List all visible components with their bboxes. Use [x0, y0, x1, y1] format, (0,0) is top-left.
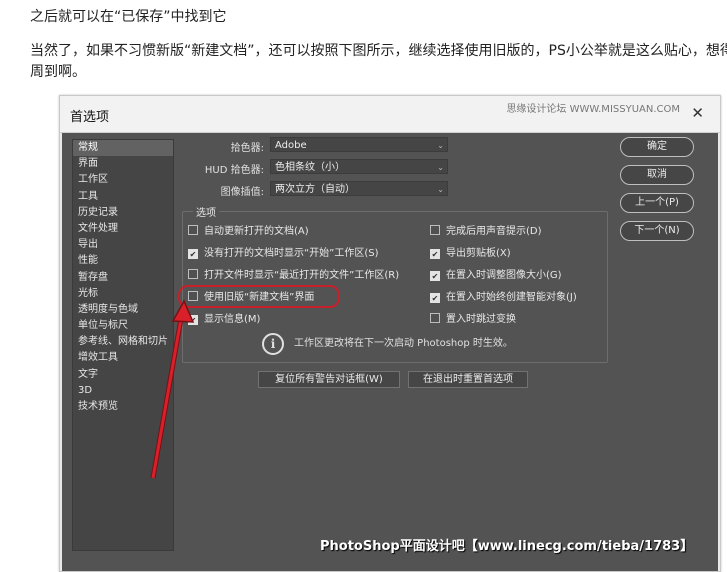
- article-line-2: 当然了，如果不习惯新版“新建文档”，还可以按照下图所示，继续选择使用旧版的，PS…: [30, 43, 727, 59]
- site-watermark: PhotoShop平面设计吧【www.linecg.com/tieba/1783…: [320, 539, 694, 554]
- dialog-title: 首选项: [70, 110, 110, 125]
- forum-watermark: 思缘设计论坛 WWW.MISSYUAN.COM: [506, 104, 680, 115]
- article-line-1: 之后就可以在“已保存”中找到它: [30, 9, 227, 25]
- red-arrow-annotation: [150, 299, 195, 479]
- dialog-body: 常规 界面 工作区 工具 历史记录 文件处理 导出 性能 暂存盘 光标 透明度与…: [62, 133, 718, 571]
- article-line-3: 周到啊。: [30, 64, 86, 80]
- close-icon[interactable]: ✕: [691, 104, 704, 122]
- dialog-titlebar: 首选项 思缘设计论坛 WWW.MISSYUAN.COM ✕: [60, 96, 720, 133]
- preferences-dialog-screenshot: 首选项 思缘设计论坛 WWW.MISSYUAN.COM ✕ 常规 界面 工作区 …: [59, 95, 721, 572]
